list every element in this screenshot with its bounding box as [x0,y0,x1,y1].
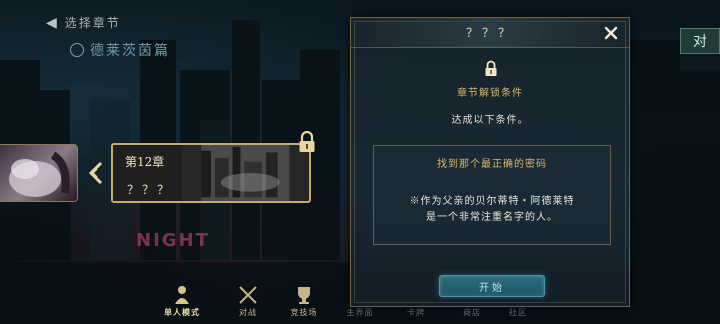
nav-label: 主界面 [346,308,374,317]
nav-label: 卡牌 [407,308,425,317]
nav-arena[interactable]: 竞技场 [282,282,326,324]
chapter-group-title: 德莱茨茵篇 [70,40,170,60]
emblem-icon [70,43,84,57]
lock-icon [485,60,497,76]
nav-label: 社区 [509,308,527,317]
back-button[interactable]: ◀ 选择章节 [46,14,121,31]
unlock-conditions-description: 达成以下条件。 [451,115,529,126]
condition-hint: ※作为父亲的贝尔蒂特・阿德莱特 是一个非常注重名字的人。 [374,194,610,226]
trophy-icon [298,287,310,304]
condition-hint-line-1: ※作为父亲的贝尔蒂特・阿德莱特 [409,196,575,207]
chapter-group-name: 德莱茨茵篇 [90,43,170,59]
chapter-card-current[interactable]: 第12章 ？？？ [111,143,311,203]
nav-single-mode[interactable]: 单人模式 [160,282,204,324]
nav-battle[interactable]: 对战 [226,282,270,324]
back-arrow-icon: ◀ [46,14,57,31]
start-button[interactable]: 开始 [439,275,545,297]
nav-label: 竞技场 [290,308,318,317]
nav-label: 对战 [239,308,257,317]
unlock-conditions-dialog: ？？？ 章节解锁条件 达成以下条件。 找到那个最正确的密码 ※作为父亲的贝尔蒂特… [350,17,630,307]
close-button[interactable] [602,24,620,42]
condition-title: 找到那个最正确的密码 [437,159,547,170]
condition-hint-line-2: 是一个非常注重名字的人。 [426,212,558,223]
crossed-swords-icon [239,286,257,304]
figure-icon [175,286,189,304]
dialog-title: ？？？ [465,26,514,40]
side-tab[interactable]: 对 [680,28,720,54]
chapter-number: 第12章 [125,155,165,169]
condition-panel: 找到那个最正确的密码 ※作为父亲的贝尔蒂特・阿德莱特 是一个非常注重名字的人。 [373,145,611,245]
chapter-title: ？？？ [127,183,173,197]
start-button-label: 开始 [479,282,505,294]
chevron-left-icon[interactable] [86,160,106,186]
nav-label: 单人模式 [164,308,200,317]
neon-sign: NIGHT [136,230,210,251]
nav-label: 商店 [463,308,481,317]
chapter-card-previous[interactable] [0,144,78,202]
chapter-art-previous [9,151,70,197]
close-icon [604,26,618,40]
back-label: 选择章节 [64,16,121,30]
lock-icon [299,131,315,152]
dialog-header: ？？？ [351,18,629,48]
unlock-conditions-heading: 章节解锁条件 [457,88,523,99]
